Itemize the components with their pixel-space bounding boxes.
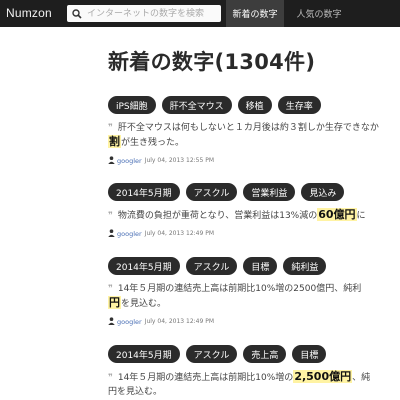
description-text: に (356, 211, 366, 221)
tab-new-numbers[interactable]: 新着の数字 (226, 0, 284, 27)
username-link[interactable]: googler (117, 230, 142, 238)
tag[interactable]: アスクル (185, 183, 238, 201)
number-highlight[interactable]: 2,500億円 (293, 370, 353, 383)
quote-icon: ❞ (108, 211, 113, 221)
description-text: 物流費の負担が重荷となり、営業利益は13%減の (117, 211, 318, 221)
entry-description: ❞ 14年５月期の連結売上高は前期比10%増の2500億円、純利 円を見込む。 (108, 282, 400, 311)
tag[interactable]: 売上高 (243, 345, 287, 363)
number-highlight[interactable]: 割 (108, 135, 121, 148)
tag[interactable]: 肝不全マウス (161, 96, 232, 114)
user-icon (108, 228, 115, 239)
description-text: 14年５月期の連結売上高は前期比10%増の (117, 373, 294, 383)
tag[interactable]: iPS細胞 (108, 96, 156, 114)
quote-icon: ❞ (108, 284, 113, 294)
tag[interactable]: 2014年5月期 (108, 257, 180, 275)
tag[interactable]: 2014年5月期 (108, 183, 180, 201)
username-link[interactable]: googler (117, 318, 142, 326)
description-text: 円を見込む。 (108, 387, 163, 397)
number-highlight[interactable]: 円 (108, 296, 121, 309)
number-entry: 2014年5月期 アスクル 目標 純利益 ❞ 14年５月期の連結売上高は前期比10… (108, 257, 400, 326)
tag[interactable]: 生存率 (277, 96, 321, 114)
entry-description: ❞ 物流費の負担が重荷となり、営業利益は13%減の60億円に (108, 208, 400, 223)
username-link[interactable]: googler (117, 157, 142, 165)
tag[interactable]: アスクル (185, 257, 238, 275)
quote-icon: ❞ (108, 373, 113, 383)
timestamp: July 04, 2013 12:49 PM (144, 318, 215, 325)
description-text: 、純 (352, 373, 371, 383)
entry-description: ❞ 肝不全マウスは何もしないと１カ月後は約３割しか生存できなか 割が生き残った。 (108, 121, 400, 150)
tag[interactable]: 目標 (292, 345, 327, 363)
number-entry: iPS細胞 肝不全マウス 移植 生存率 ❞ 肝不全マウスは何もしないと１カ月後は約… (108, 96, 400, 165)
page-title: 新着の数字(1304件) (108, 50, 316, 74)
quote-icon: ❞ (108, 123, 113, 133)
search-box[interactable] (67, 5, 221, 22)
number-highlight[interactable]: 60億円 (317, 208, 357, 221)
number-entry: 2014年5月期 アスクル 営業利益 見込み ❞ 物流費の負担が重荷となり、営業利… (108, 183, 400, 238)
tag[interactable]: 純利益 (283, 257, 327, 275)
tag[interactable]: 見込み (301, 183, 345, 201)
site-logo[interactable]: Numzon (6, 6, 52, 20)
description-text: 14年５月期の連結売上高は前期比10%増の2500億円、純利 (117, 284, 362, 294)
timestamp: July 04, 2013 12:49 PM (144, 230, 215, 237)
tag-list: iPS細胞 肝不全マウス 移植 生存率 (108, 96, 400, 114)
entry-meta: googler July 04, 2013 12:55 PM (108, 155, 400, 166)
entry-description: ❞ 14年５月期の連結売上高は前期比10%増の2,500億円、純 円を見込む。 (108, 370, 400, 399)
entry-meta: googler July 04, 2013 12:49 PM (108, 228, 400, 239)
tag[interactable]: 2014年5月期 (108, 345, 180, 363)
user-icon (108, 155, 115, 166)
description-text: 肝不全マウスは何もしないと１カ月後は約３割しか生存できなか (117, 123, 379, 133)
search-icon[interactable] (69, 6, 84, 21)
top-navigation-bar: Numzon 新着の数字 人気の数字 (0, 0, 400, 27)
tag[interactable]: 営業利益 (243, 183, 296, 201)
tag[interactable]: アスクル (185, 345, 238, 363)
description-text: が生き残った。 (121, 138, 185, 148)
tag-list: 2014年5月期 アスクル 売上高 目標 (108, 345, 400, 363)
tag-list: 2014年5月期 アスクル 営業利益 見込み (108, 183, 400, 201)
tag[interactable]: 目標 (243, 257, 278, 275)
tab-popular-numbers[interactable]: 人気の数字 (288, 0, 350, 27)
tag-list: 2014年5月期 アスクル 目標 純利益 (108, 257, 400, 275)
user-icon (108, 316, 115, 327)
tag[interactable]: 移植 (237, 96, 272, 114)
entry-meta: googler July 04, 2013 12:49 PM (108, 316, 400, 327)
description-text: を見込む。 (121, 299, 167, 309)
timestamp: July 04, 2013 12:55 PM (144, 157, 215, 164)
search-input[interactable] (87, 6, 219, 21)
number-entry: 2014年5月期 アスクル 売上高 目標 ❞ 14年５月期の連結売上高は前期比10… (108, 345, 400, 399)
